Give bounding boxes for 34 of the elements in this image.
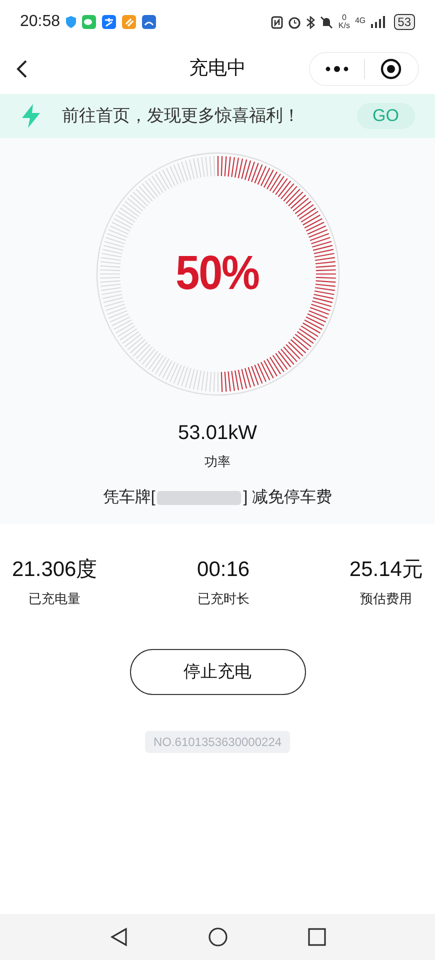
net-speed-value: 0 xyxy=(342,14,346,22)
charge-percent: 50% xyxy=(176,246,260,302)
lightning-icon xyxy=(20,104,42,128)
stat-value: 25.14元 xyxy=(349,556,423,582)
stat-value: 21.306度 xyxy=(12,556,98,582)
stop-charging-button[interactable]: 停止充电 xyxy=(130,648,306,694)
close-icon[interactable] xyxy=(380,58,402,80)
power-label: 功率 xyxy=(204,453,230,471)
order-number: NO.6101353630000224 xyxy=(145,730,290,752)
promo-banner[interactable]: 前往首页，发现更多惊喜福利！ GO xyxy=(0,94,435,138)
stat-label: 预估费用 xyxy=(360,590,412,608)
stat-label: 已充电量 xyxy=(28,590,81,608)
plate-suffix: ] 减免停车费 xyxy=(243,488,332,508)
battery-indicator: 53 xyxy=(394,14,415,30)
chat-app-icon xyxy=(82,15,96,29)
more-icon[interactable] xyxy=(324,66,349,72)
mute-icon xyxy=(320,16,334,28)
power-value: 53.01kW xyxy=(178,421,257,446)
status-time: 20:58 xyxy=(20,12,60,32)
stat-label: 已充时长 xyxy=(197,590,250,608)
home-nav-icon[interactable] xyxy=(208,927,228,947)
net-speed-unit: K/s xyxy=(338,22,350,30)
page-title: 充电中 xyxy=(189,56,246,81)
network-type: 4G xyxy=(354,15,366,27)
stat-value: 00:16 xyxy=(197,556,250,582)
recents-nav-icon[interactable] xyxy=(308,928,326,946)
signal-icon xyxy=(370,16,385,28)
nfc-icon xyxy=(271,16,284,28)
back-nav-icon[interactable] xyxy=(110,927,128,947)
banner-text: 前往首页，发现更多惊喜福利！ xyxy=(62,105,301,128)
bluetooth-icon xyxy=(306,16,316,28)
plate-prefix: 凭车牌[ xyxy=(102,488,156,508)
back-icon[interactable] xyxy=(16,59,28,79)
shield-icon xyxy=(66,16,76,28)
